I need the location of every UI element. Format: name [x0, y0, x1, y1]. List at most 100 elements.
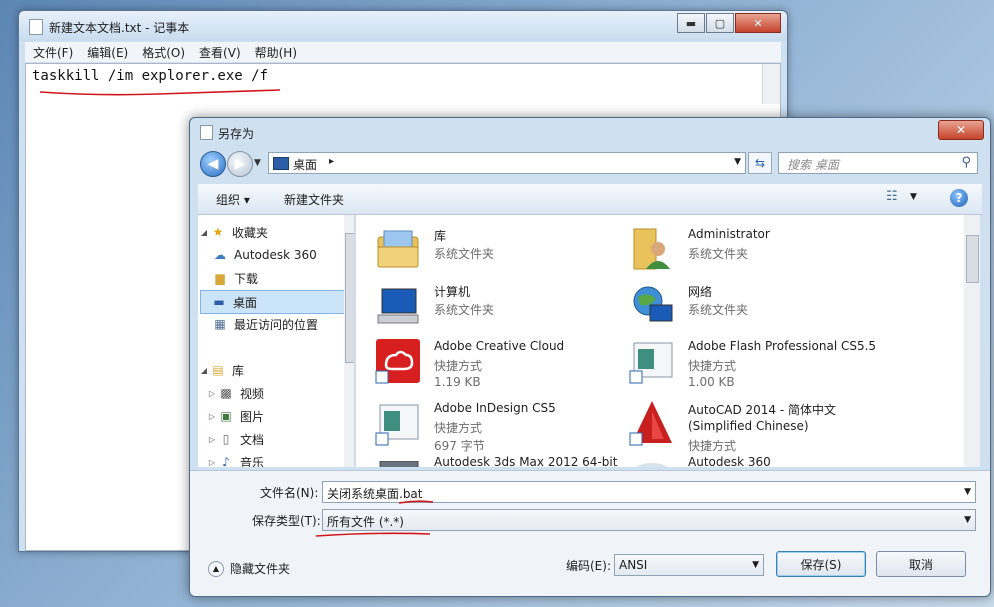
scrollbar-thumb[interactable]	[966, 235, 979, 283]
dialog-icon	[200, 125, 213, 140]
user-folder-icon	[633, 228, 670, 270]
notepad-icon	[29, 19, 43, 35]
save-button[interactable]: 保存(S)	[776, 551, 866, 577]
filename-input[interactable]: 关闭系统桌面.bat ▼	[322, 481, 976, 503]
file-item-adobe-creative-cloud[interactable]: Adobe Creative Cloud 快捷方式 1.19 KB	[374, 337, 624, 393]
recent-locations-dropdown[interactable]: ▼	[254, 158, 261, 168]
expand-arrow-icon[interactable]: ▷	[206, 412, 218, 421]
file-item-autocad[interactable]: AutoCAD 2014 - 简体中文 (Simplified Chinese)…	[628, 399, 878, 455]
menu-help[interactable]: 帮助(H)	[255, 44, 297, 61]
refresh-button[interactable]: ⇆	[748, 152, 772, 174]
collapse-arrow-icon[interactable]: ◢	[198, 366, 210, 375]
address-bar[interactable]: 桌面 ▸ ▼	[268, 152, 746, 174]
scrollbar-thumb[interactable]	[345, 233, 354, 363]
document-icon: ▯	[222, 432, 230, 446]
dialog-close-button[interactable]: ✕	[938, 120, 984, 140]
nav-item-label: 图片	[240, 409, 265, 424]
address-row: ◀ ▶ ▼ 桌面 ▸ ▼ ⇆ 搜索 桌面 ⚲	[198, 150, 982, 178]
nav-item-label: 最近访问的位置	[234, 317, 319, 332]
file-list-scrollbar[interactable]	[964, 215, 980, 467]
library-folder-icon	[377, 230, 419, 268]
organize-button[interactable]: 组织 ▾	[216, 191, 250, 208]
expand-arrow-icon[interactable]: ▷	[206, 458, 218, 467]
notepad-title: 新建文本文档.txt - 记事本	[49, 21, 190, 35]
address-dropdown-icon[interactable]: ▼	[734, 157, 741, 167]
address-path[interactable]: 桌面	[293, 156, 317, 173]
maximize-button[interactable]: ▢	[706, 13, 734, 33]
file-item-adobe-indesign[interactable]: Adobe InDesign CS5 快捷方式 697 字节	[374, 399, 624, 455]
nav-item-recent-places[interactable]: ▦ 最近访问的位置	[212, 313, 352, 335]
back-button[interactable]: ◀	[200, 151, 226, 177]
notepad-scrollbar[interactable]	[762, 64, 780, 104]
dialog-title: 另存为	[218, 127, 255, 141]
notepad-titlebar[interactable]: 新建文本文档.txt - 记事本 ▬ ▢ ✕	[19, 11, 787, 41]
dialog-toolbar: 组织 ▾ 新建文件夹 ☷ ▼ ?	[198, 184, 982, 215]
help-button[interactable]: ?	[950, 189, 968, 207]
filetype-select[interactable]: 所有文件 (*.*) ▼	[322, 509, 976, 531]
desktop-icon: ▬	[213, 295, 225, 309]
breadcrumb-separator[interactable]: ▸	[329, 156, 334, 167]
cancel-button[interactable]: 取消	[876, 551, 966, 577]
new-folder-button[interactable]: 新建文件夹	[284, 191, 344, 208]
file-item-adobe-flash[interactable]: Adobe Flash Professional CS5.5 快捷方式 1.00…	[628, 337, 878, 393]
cloud-icon: ☁	[214, 248, 226, 262]
filename-dropdown-icon[interactable]: ▼	[964, 487, 971, 497]
nav-item-music[interactable]: ▷ ♪ 音乐	[206, 451, 346, 467]
nav-item-libraries[interactable]: ◢ ▤ 库	[198, 359, 338, 381]
file-item-network[interactable]: 网络 系统文件夹	[628, 281, 878, 337]
library-icon: ▤	[212, 363, 224, 377]
file-item-libraries[interactable]: 库 系统文件夹	[374, 225, 624, 281]
shortcut-app-icon	[375, 404, 419, 446]
dialog-bottom-panel: 文件名(N): 关闭系统桌面.bat ▼ 保存类型(T): 所有文件 (*.*)…	[190, 470, 990, 596]
cloud-icon	[636, 463, 668, 467]
nav-item-downloads[interactable]: ▆ 下载	[212, 267, 352, 289]
hide-folders-toggle[interactable]: ▲ 隐藏文件夹	[208, 560, 290, 577]
shortcut-app-icon	[379, 461, 419, 467]
nav-item-favorites[interactable]: ◢ ★ 收藏夹	[198, 221, 338, 243]
expand-arrow-icon[interactable]: ▷	[206, 435, 218, 444]
minimize-button[interactable]: ▬	[677, 13, 705, 33]
file-item-autodesk360[interactable]: Autodesk 360	[628, 455, 878, 467]
file-item-administrator[interactable]: Administrator 系统文件夹	[628, 225, 878, 281]
forward-arrow-icon: ▶	[234, 156, 246, 172]
close-button[interactable]: ✕	[735, 13, 781, 33]
file-item-computer[interactable]: 计算机 系统文件夹	[374, 281, 624, 337]
collapse-up-icon: ▲	[208, 560, 224, 577]
nav-item-label: 库	[232, 363, 245, 378]
view-options-icon[interactable]: ☷	[886, 189, 904, 205]
view-dropdown-icon[interactable]: ▼	[910, 192, 917, 202]
menu-file[interactable]: 文件(F)	[33, 44, 73, 61]
dialog-titlebar[interactable]: 另存为 ✕	[190, 118, 990, 146]
encoding-dropdown-icon[interactable]: ▼	[752, 560, 759, 570]
search-input[interactable]: 搜索 桌面 ⚲	[778, 152, 978, 174]
search-icon[interactable]: ⚲	[961, 155, 971, 170]
picture-icon: ▣	[220, 409, 232, 423]
nav-pane-scrollbar[interactable]	[344, 215, 354, 467]
encoding-select[interactable]: ANSI ▼	[614, 554, 764, 576]
filename-label: 文件名(N):	[260, 486, 319, 500]
nav-item-autodesk360[interactable]: ☁ Autodesk 360	[212, 244, 352, 266]
menu-format[interactable]: 格式(O)	[142, 44, 185, 61]
menu-edit[interactable]: 编辑(E)	[87, 44, 128, 61]
back-arrow-icon: ◀	[207, 156, 219, 172]
nav-item-label: 文档	[240, 432, 265, 447]
file-item-3ds-max[interactable]: Autodesk 3ds Max 2012 64-bit	[374, 455, 624, 467]
network-icon	[633, 286, 673, 322]
refresh-icon: ⇆	[754, 156, 766, 170]
nav-item-videos[interactable]: ▷ ▩ 视频	[206, 382, 346, 404]
notepad-menubar: 文件(F) 编辑(E) 格式(O) 查看(V) 帮助(H)	[25, 42, 781, 62]
nav-item-documents[interactable]: ▷ ▯ 文档	[206, 428, 346, 450]
nav-item-pictures[interactable]: ▷ ▣ 图片	[206, 405, 346, 427]
nav-item-label: 收藏夹	[232, 225, 269, 240]
encoding-value: ANSI	[619, 558, 648, 572]
filetype-value: 所有文件 (*.*)	[327, 515, 404, 529]
creative-cloud-icon	[375, 339, 420, 384]
navigation-pane: ◢ ★ 收藏夹 ☁ Autodesk 360 ▆ 下载 ▬ 桌面 ▦ 最近访问的…	[198, 215, 355, 467]
nav-item-desktop[interactable]: ▬ 桌面	[200, 290, 346, 314]
forward-button[interactable]: ▶	[227, 151, 253, 177]
menu-view[interactable]: 查看(V)	[199, 44, 241, 61]
star-icon: ★	[212, 225, 224, 239]
collapse-arrow-icon[interactable]: ◢	[198, 228, 210, 237]
filetype-dropdown-icon[interactable]: ▼	[964, 515, 971, 525]
expand-arrow-icon[interactable]: ▷	[206, 389, 218, 398]
